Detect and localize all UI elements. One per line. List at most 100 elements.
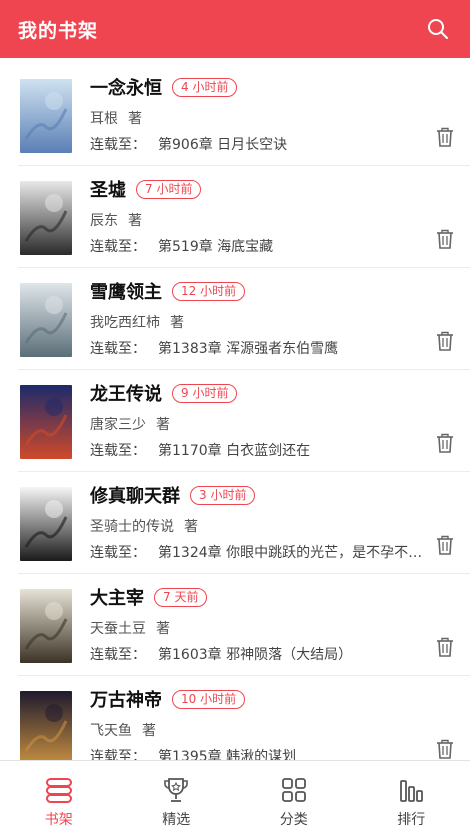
- author-suffix: 著: [142, 723, 156, 739]
- update-time-badge: 10 小时前: [172, 689, 246, 709]
- chapter-title: 第906章 日月长空诀: [158, 137, 288, 153]
- book-title[interactable]: 万古神帝: [90, 686, 162, 712]
- bottom-tab-bar: 书架 精选 分类 排行: [0, 760, 470, 838]
- latest-chapter[interactable]: 连载至： 第519章 海底宝藏: [90, 236, 424, 256]
- author-name: 飞天鱼: [90, 723, 132, 739]
- app-header: 我的书架: [0, 0, 470, 58]
- trophy-icon: [161, 775, 191, 805]
- book-cover[interactable]: [20, 79, 72, 153]
- update-time-badge: 3 小时前: [190, 485, 256, 505]
- author-row: 飞天鱼著: [90, 720, 430, 739]
- book-title[interactable]: 大主宰: [90, 584, 144, 610]
- search-icon[interactable]: [426, 17, 450, 41]
- grid-icon: [279, 775, 309, 805]
- book-info: 一念永恒 4 小时前 耳根著 连载至： 第906章 日月长空诀: [90, 74, 430, 154]
- book-item[interactable]: 一念永恒 4 小时前 耳根著 连载至： 第906章 日月长空诀: [18, 64, 470, 166]
- tab-category[interactable]: 分类: [235, 761, 353, 838]
- book-title[interactable]: 雪鹰领主: [90, 278, 162, 304]
- update-time-badge: 7 小时前: [136, 179, 202, 199]
- author-name: 唐家三少: [90, 417, 146, 433]
- chapter-label: 连载至：: [90, 341, 146, 357]
- book-item[interactable]: 修真聊天群 3 小时前 圣骑士的传说著 连载至： 第1324章 你眼中跳跃的光芒，…: [18, 472, 470, 574]
- book-item[interactable]: 大主宰 7 天前 天蚕土豆著 连载至： 第1603章 邪神陨落（大结局）: [18, 574, 470, 676]
- latest-chapter[interactable]: 连载至： 第1170章 白衣蓝剑还在: [90, 440, 424, 460]
- trash-icon[interactable]: [434, 126, 456, 148]
- chapter-title: 第1383章 浑源强者东伯雪鹰: [158, 341, 339, 357]
- chapter-title: 第519章 海底宝藏: [158, 239, 274, 255]
- update-time-badge: 12 小时前: [172, 281, 246, 301]
- book-title[interactable]: 修真聊天群: [90, 482, 180, 508]
- chapter-title: 第1395章 韩湫的谋划: [158, 749, 297, 760]
- page-title: 我的书架: [18, 19, 99, 42]
- chapter-label: 连载至：: [90, 647, 146, 663]
- latest-chapter[interactable]: 连载至： 第906章 日月长空诀: [90, 134, 424, 154]
- book-cover[interactable]: [20, 691, 72, 760]
- chapter-label: 连载至：: [90, 137, 146, 153]
- trash-icon[interactable]: [434, 636, 456, 658]
- author-suffix: 著: [156, 417, 170, 433]
- trash-icon[interactable]: [434, 228, 456, 250]
- trash-icon[interactable]: [434, 330, 456, 352]
- book-info: 圣墟 7 小时前 辰东著 连载至： 第519章 海底宝藏: [90, 176, 430, 256]
- chapter-label: 连载至：: [90, 749, 146, 760]
- book-info: 龙王传说 9 小时前 唐家三少著 连载至： 第1170章 白衣蓝剑还在: [90, 380, 430, 460]
- book-item[interactable]: 万古神帝 10 小时前 飞天鱼著 连载至： 第1395章 韩湫的谋划: [18, 676, 470, 760]
- book-item[interactable]: 雪鹰领主 12 小时前 我吃西红柿著 连载至： 第1383章 浑源强者东伯雪鹰: [18, 268, 470, 370]
- bookshelf-list: 一念永恒 4 小时前 耳根著 连载至： 第906章 日月长空诀 圣墟 7 小时前…: [0, 64, 470, 760]
- author-suffix: 著: [156, 621, 170, 637]
- book-title[interactable]: 龙王传说: [90, 380, 162, 406]
- latest-chapter[interactable]: 连载至： 第1395章 韩湫的谋划: [90, 746, 424, 760]
- ranking-icon: [396, 775, 426, 805]
- book-info: 修真聊天群 3 小时前 圣骑士的传说著 连载至： 第1324章 你眼中跳跃的光芒，…: [90, 482, 430, 562]
- trash-icon[interactable]: [434, 432, 456, 454]
- update-time-badge: 7 天前: [154, 587, 208, 607]
- author-row: 唐家三少著: [90, 414, 430, 433]
- latest-chapter[interactable]: 连载至： 第1324章 你眼中跳跃的光芒，是不孕不育症吗？: [90, 542, 424, 562]
- book-item[interactable]: 龙王传说 9 小时前 唐家三少著 连载至： 第1170章 白衣蓝剑还在: [18, 370, 470, 472]
- chapter-label: 连载至：: [90, 239, 146, 255]
- tab-label: 分类: [279, 812, 308, 828]
- bookshelf-icon: [44, 775, 74, 805]
- chapter-title: 第1170章 白衣蓝剑还在: [158, 443, 311, 459]
- book-info: 万古神帝 10 小时前 飞天鱼著 连载至： 第1395章 韩湫的谋划: [90, 686, 430, 760]
- author-name: 耳根: [90, 111, 118, 127]
- latest-chapter[interactable]: 连载至： 第1603章 邪神陨落（大结局）: [90, 644, 424, 664]
- chapter-title: 第1324章 你眼中跳跃的光芒，是不孕不育症吗？: [158, 545, 424, 561]
- author-row: 辰东著: [90, 210, 430, 229]
- book-title[interactable]: 一念永恒: [90, 74, 162, 100]
- author-name: 天蚕土豆: [90, 621, 146, 637]
- book-info: 大主宰 7 天前 天蚕土豆著 连载至： 第1603章 邪神陨落（大结局）: [90, 584, 430, 664]
- tab-label: 排行: [397, 812, 426, 828]
- book-item[interactable]: 圣墟 7 小时前 辰东著 连载至： 第519章 海底宝藏: [18, 166, 470, 268]
- tab-featured[interactable]: 精选: [118, 761, 236, 838]
- book-cover[interactable]: [20, 283, 72, 357]
- chapter-label: 连载至：: [90, 545, 146, 561]
- latest-chapter[interactable]: 连载至： 第1383章 浑源强者东伯雪鹰: [90, 338, 424, 358]
- author-name: 圣骑士的传说: [90, 519, 174, 535]
- book-cover[interactable]: [20, 385, 72, 459]
- tab-bookshelf[interactable]: 书架: [0, 761, 118, 838]
- author-name: 我吃西红柿: [90, 315, 160, 331]
- author-suffix: 著: [184, 519, 198, 535]
- book-title[interactable]: 圣墟: [90, 176, 126, 202]
- author-suffix: 著: [128, 111, 142, 127]
- book-info: 雪鹰领主 12 小时前 我吃西红柿著 连载至： 第1383章 浑源强者东伯雪鹰: [90, 278, 430, 358]
- author-row: 天蚕土豆著: [90, 618, 430, 637]
- author-suffix: 著: [128, 213, 142, 229]
- book-cover[interactable]: [20, 589, 72, 663]
- tab-label: 精选: [162, 812, 191, 828]
- author-row: 我吃西红柿著: [90, 312, 430, 331]
- book-cover[interactable]: [20, 487, 72, 561]
- author-row: 耳根著: [90, 108, 430, 127]
- trash-icon[interactable]: [434, 534, 456, 556]
- author-name: 辰东: [90, 213, 118, 229]
- book-cover[interactable]: [20, 181, 72, 255]
- update-time-badge: 4 小时前: [172, 77, 238, 97]
- tab-ranking[interactable]: 排行: [353, 761, 470, 838]
- chapter-label: 连载至：: [90, 443, 146, 459]
- tab-label: 书架: [44, 812, 73, 828]
- trash-icon[interactable]: [434, 738, 456, 760]
- chapter-title: 第1603章 邪神陨落（大结局）: [158, 647, 353, 663]
- author-suffix: 著: [170, 315, 184, 331]
- update-time-badge: 9 小时前: [172, 383, 238, 403]
